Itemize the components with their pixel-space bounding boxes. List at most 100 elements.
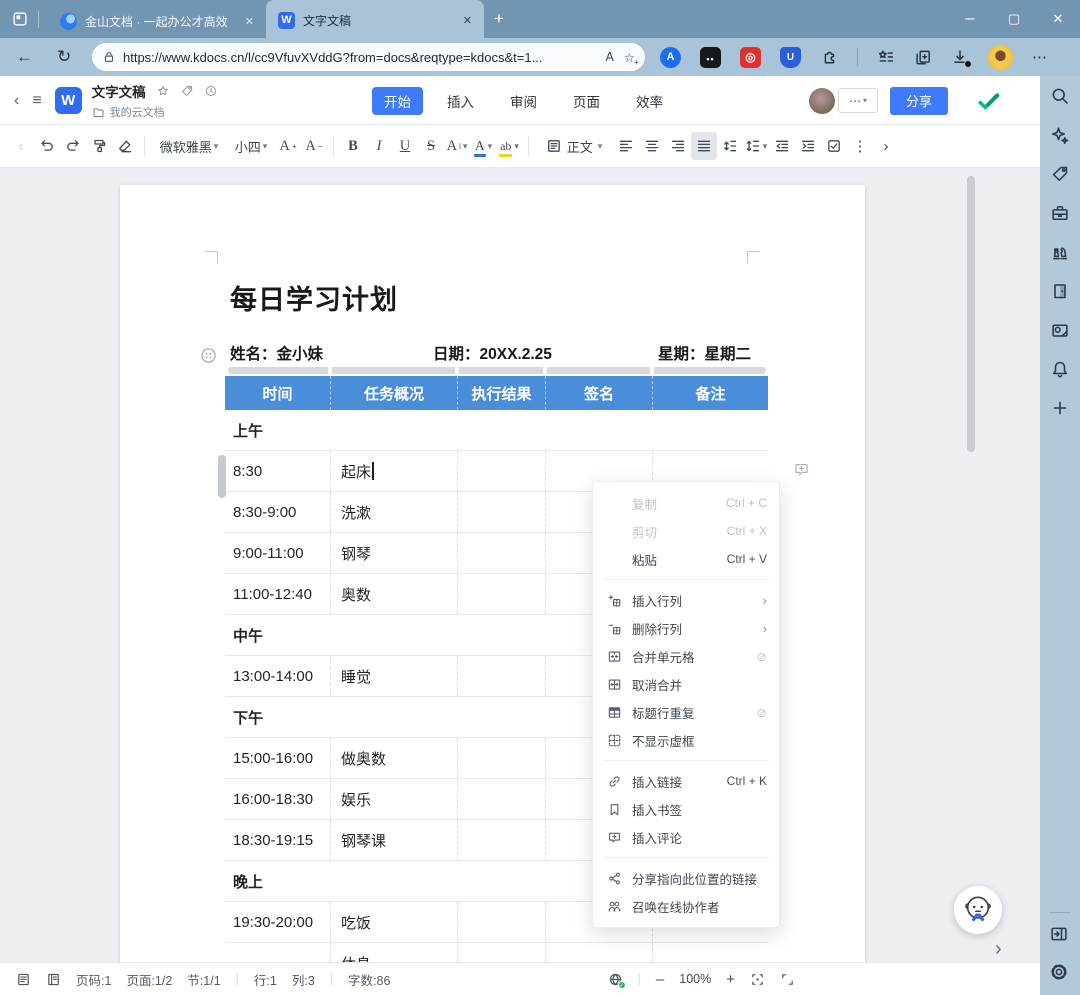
minimize-button[interactable]: –	[948, 0, 992, 38]
tab-actions-icon[interactable]	[11, 10, 29, 28]
table-cell[interactable]: 吃饭	[330, 902, 457, 942]
status-field[interactable]: 页码:1	[76, 970, 111, 989]
table-cell[interactable]: 洗漱	[330, 492, 457, 532]
table-section-row[interactable]: 上午	[225, 410, 768, 451]
table-cell[interactable]: 奥数	[330, 574, 457, 614]
wps-check-logo[interactable]	[976, 88, 1002, 114]
language-status-icon[interactable]: ✓	[608, 971, 623, 986]
extension-shield-icon[interactable]: U	[780, 47, 801, 68]
context-menu-item-插入书签[interactable]: 插入书签	[593, 795, 779, 823]
align-center-icon[interactable]	[639, 132, 665, 160]
browser-tab-1[interactable]: W文字文稿✕	[266, 0, 484, 38]
ribbon-tab-开始[interactable]: 开始	[372, 87, 423, 115]
vertical-scrollbar[interactable]	[967, 176, 975, 452]
italic-button[interactable]: I	[366, 132, 392, 160]
table-cell[interactable]: 钢琴	[330, 533, 457, 573]
add-comment-icon[interactable]	[793, 461, 810, 479]
status-field[interactable]: 页面:1/2	[126, 970, 172, 989]
checklist-icon[interactable]	[821, 132, 847, 160]
new-tab-button[interactable]: +	[494, 9, 504, 29]
assistant-mascot[interactable]	[954, 886, 1002, 934]
office-icon[interactable]	[1049, 281, 1071, 301]
doc-folder[interactable]: 我的云文档	[92, 104, 218, 120]
context-menu-item-插入评论[interactable]: 插入评论	[593, 823, 779, 851]
info-date[interactable]: 日期：20XX.2.25	[433, 342, 552, 364]
ribbon-tab-页面[interactable]: 页面	[561, 87, 612, 115]
table-cell[interactable]: 11:00-12:40	[225, 574, 330, 614]
table-cell[interactable]	[457, 943, 545, 962]
open-panel-icon[interactable]	[1049, 924, 1069, 944]
tab-close-icon[interactable]: ✕	[459, 12, 476, 29]
table-header-cell[interactable]: 时间	[225, 376, 330, 410]
bell-icon[interactable]	[1049, 359, 1071, 379]
font-color-select[interactable]: A▾	[470, 132, 496, 160]
table-cell[interactable]	[457, 779, 545, 819]
context-menu-item-删除行列[interactable]: 删除行列›	[593, 614, 779, 642]
highlight-color-select[interactable]: ab▾	[496, 132, 522, 160]
decrease-font-button[interactable]: A−	[301, 132, 327, 160]
games-icon[interactable]	[1049, 242, 1071, 262]
info-weekday[interactable]: 星期：星期二	[658, 342, 751, 364]
table-header-cell[interactable]: 任务概况	[330, 376, 457, 410]
ribbon-tab-插入[interactable]: 插入	[435, 87, 486, 115]
increase-indent-icon[interactable]	[795, 132, 821, 160]
table-cell[interactable]	[457, 533, 545, 573]
browser-tab-0[interactable]: 金山文档 · 一起办公才高效✕	[48, 4, 266, 38]
table-cell[interactable]: 8:30	[225, 451, 330, 491]
align-right-icon[interactable]	[665, 132, 691, 160]
page-view-icon[interactable]	[16, 971, 31, 986]
align-left-icon[interactable]	[613, 132, 639, 160]
collections-icon[interactable]	[914, 48, 932, 66]
back-icon[interactable]: ←	[16, 47, 33, 67]
toolbar-more-icon[interactable]: ⋮	[847, 132, 873, 160]
context-menu-item-取消合并[interactable]: 取消合并	[593, 670, 779, 698]
font-size-select[interactable]: 小四▾	[227, 132, 275, 160]
table-cell[interactable]: 19:30-20:00	[225, 902, 330, 942]
fit-page-icon[interactable]	[750, 971, 765, 986]
table-cell[interactable]	[457, 451, 545, 491]
extension-a-icon[interactable]: A	[660, 47, 681, 68]
plus-icon[interactable]	[1049, 398, 1071, 418]
expand-chevron-icon[interactable]: ›	[995, 938, 1002, 961]
table-cell[interactable]: 15:00-16:00	[225, 738, 330, 778]
zoom-level[interactable]: 100%	[679, 972, 711, 986]
table-cell[interactable]	[457, 902, 545, 942]
table-cell[interactable]: 13:00-14:00	[225, 656, 330, 696]
search-icon[interactable]	[1049, 86, 1071, 106]
table-cell[interactable]	[457, 574, 545, 614]
fullscreen-icon[interactable]	[780, 971, 795, 986]
browser-menu-icon[interactable]: ⋯	[1032, 48, 1047, 66]
close-button[interactable]: ✕	[1036, 0, 1080, 38]
tag-icon[interactable]	[1049, 164, 1071, 184]
context-menu-item-插入行列[interactable]: 插入行列›	[593, 586, 779, 614]
clear-format-icon[interactable]	[112, 132, 138, 160]
status-field[interactable]: 字数:86	[348, 970, 390, 989]
header-more-button[interactable]: ⋯▾	[838, 88, 878, 113]
status-field[interactable]: 节:1/1	[187, 970, 220, 989]
context-menu-item-召唤在线协作者[interactable]: 召唤在线协作者	[593, 892, 779, 920]
outline-view-icon[interactable]	[46, 971, 61, 986]
url-bar[interactable]: https://www.kdocs.cn/l/cc9VfuvXVddG?from…	[92, 43, 645, 71]
table-cell[interactable]: 16:00-18:30	[225, 779, 330, 819]
table-cell[interactable]	[652, 943, 768, 962]
document-canvas[interactable]: 每日学习计划 姓名：金小妹 日期：20XX.2.25 星期：星期二 时间任务概况…	[0, 168, 1040, 962]
table-cell[interactable]: 休息	[330, 943, 457, 962]
document-heading[interactable]: 每日学习计划	[230, 278, 398, 317]
table-header-cell[interactable]: 签名	[545, 376, 652, 410]
paragraph-spacing-select[interactable]: ▾	[743, 132, 769, 160]
table-cell[interactable]	[457, 492, 545, 532]
wps-logo[interactable]: W	[55, 87, 82, 114]
decrease-indent-icon[interactable]	[769, 132, 795, 160]
table-cell[interactable]: 起床	[330, 451, 457, 491]
read-aloud-icon[interactable]: A	[605, 50, 613, 64]
maximize-button[interactable]: ▢	[992, 0, 1036, 38]
table-cell[interactable]	[457, 738, 545, 778]
row-select-handle[interactable]	[218, 455, 226, 498]
doc-title[interactable]: 文字文稿	[92, 81, 146, 101]
label-icon[interactable]	[180, 82, 194, 100]
zoom-out-button[interactable]: –	[656, 971, 664, 988]
increase-font-button[interactable]: A+	[275, 132, 301, 160]
ribbon-tab-审阅[interactable]: 审阅	[498, 87, 549, 115]
table-header-row[interactable]: 时间任务概况执行结果签名备注	[225, 376, 768, 410]
favorite-icon[interactable]: ☆+	[624, 50, 635, 65]
